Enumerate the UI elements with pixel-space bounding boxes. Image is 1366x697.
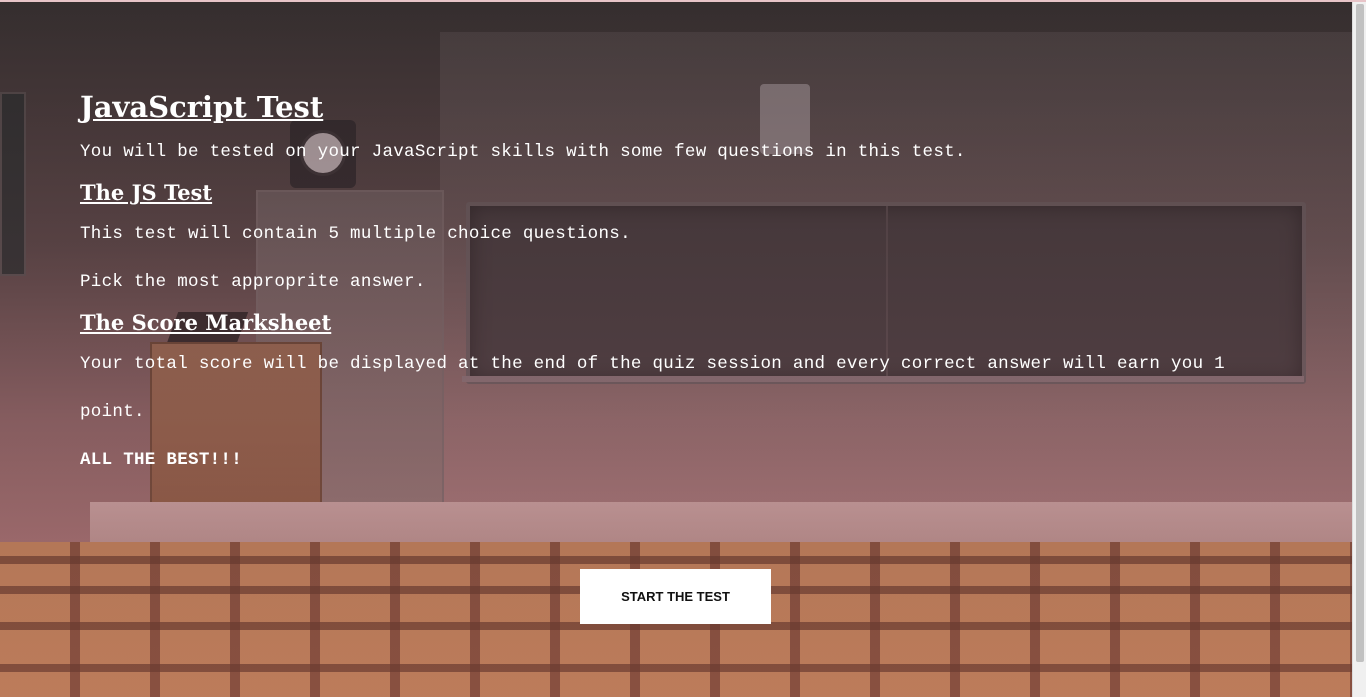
intro-content: JavaScript Test You will be tested on yo…	[80, 86, 1280, 484]
section-heading-js-test: The JS Test	[80, 180, 213, 205]
vertical-scrollbar[interactable]	[1352, 2, 1366, 697]
section-heading-score-marksheet: The Score Marksheet	[80, 310, 332, 335]
js-test-detail-2: Pick the most approprite answer.	[80, 272, 426, 292]
start-test-button[interactable]: START THE TEST	[580, 569, 771, 624]
scrollbar-thumb[interactable]	[1356, 4, 1364, 662]
intro-text: You will be tested on your JavaScript sk…	[80, 142, 966, 162]
page: JavaScript Test You will be tested on yo…	[0, 0, 1366, 697]
page-title: JavaScript Test	[80, 90, 324, 124]
score-detail: Your total score will be displayed at th…	[80, 354, 1225, 422]
js-test-detail-1: This test will contain 5 multiple choice…	[80, 224, 631, 244]
closing-message: ALL THE BEST!!!	[80, 450, 243, 470]
